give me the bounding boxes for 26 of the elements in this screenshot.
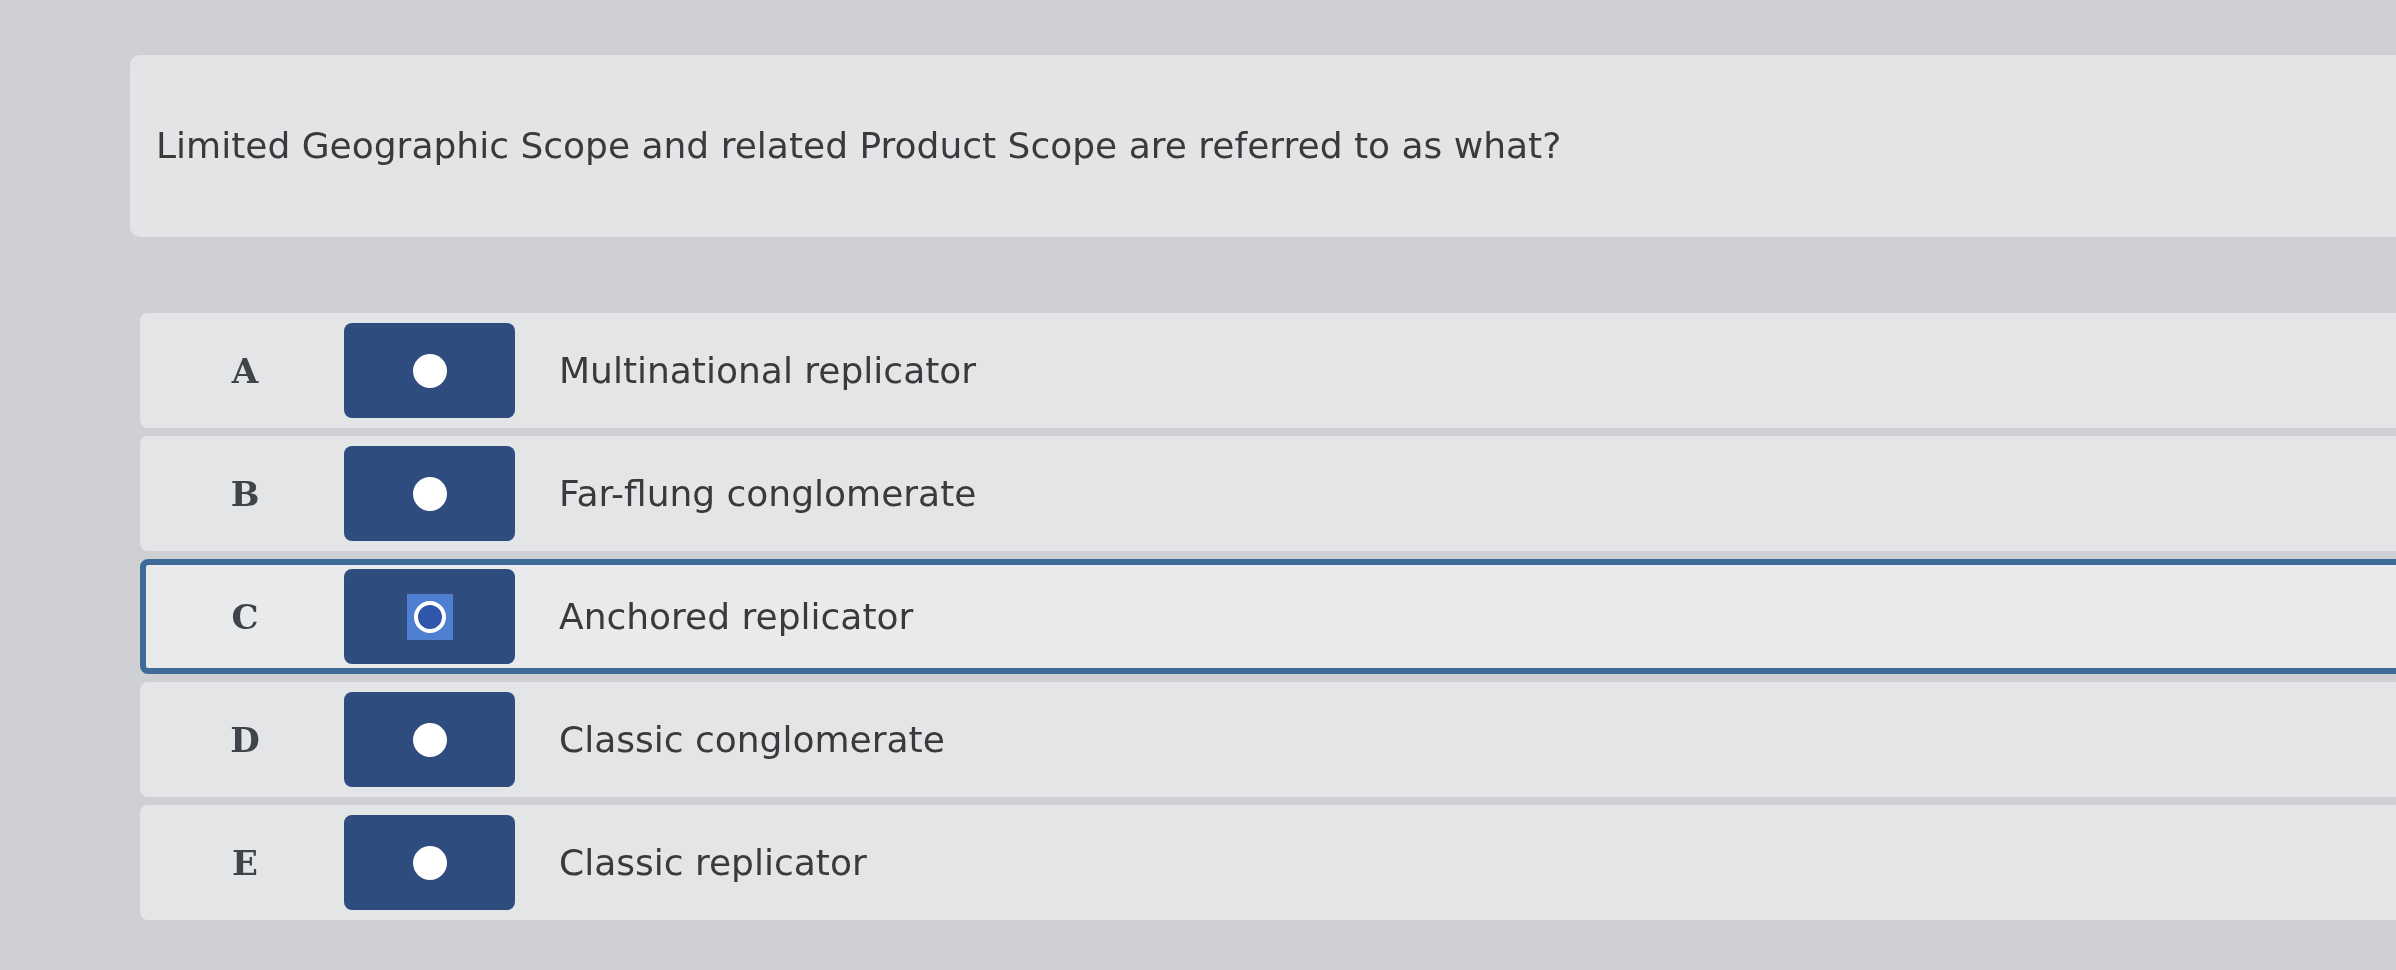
radio-button[interactable] bbox=[344, 815, 515, 910]
radio-circle-icon bbox=[412, 476, 447, 511]
option-label: Multinational replicator bbox=[559, 348, 977, 393]
option-letter: E bbox=[231, 842, 259, 883]
radio-button[interactable] bbox=[344, 323, 515, 418]
option-row[interactable]: D Classic conglomerate bbox=[140, 682, 2396, 797]
option-letter: A bbox=[230, 350, 260, 391]
option-label: Classic conglomerate bbox=[559, 717, 945, 762]
focused-radio-icon bbox=[406, 593, 453, 640]
option-label: Anchored replicator bbox=[559, 594, 914, 639]
option-row[interactable]: B Far-flung conglomerate bbox=[140, 436, 2396, 551]
option-label: Classic replicator bbox=[559, 840, 867, 885]
option-letter: C bbox=[230, 596, 260, 637]
radio-button[interactable] bbox=[344, 446, 515, 541]
question-text: Limited Geographic Scope and related Product Scope are referred to as what? bbox=[156, 124, 1562, 168]
radio-circle-icon bbox=[412, 353, 447, 388]
radio-button[interactable] bbox=[344, 569, 515, 664]
radio-button[interactable] bbox=[344, 692, 515, 787]
option-label: Far-flung conglomerate bbox=[559, 471, 977, 516]
radio-circle-icon bbox=[412, 722, 447, 757]
radio-circle-icon bbox=[412, 845, 447, 880]
option-row[interactable]: E Classic replicator bbox=[140, 805, 2396, 920]
option-letter: B bbox=[229, 473, 261, 514]
option-row[interactable]: C Anchored replicator bbox=[140, 559, 2396, 674]
option-letter: D bbox=[229, 719, 261, 760]
option-row[interactable]: A Multinational replicator bbox=[140, 313, 2396, 428]
